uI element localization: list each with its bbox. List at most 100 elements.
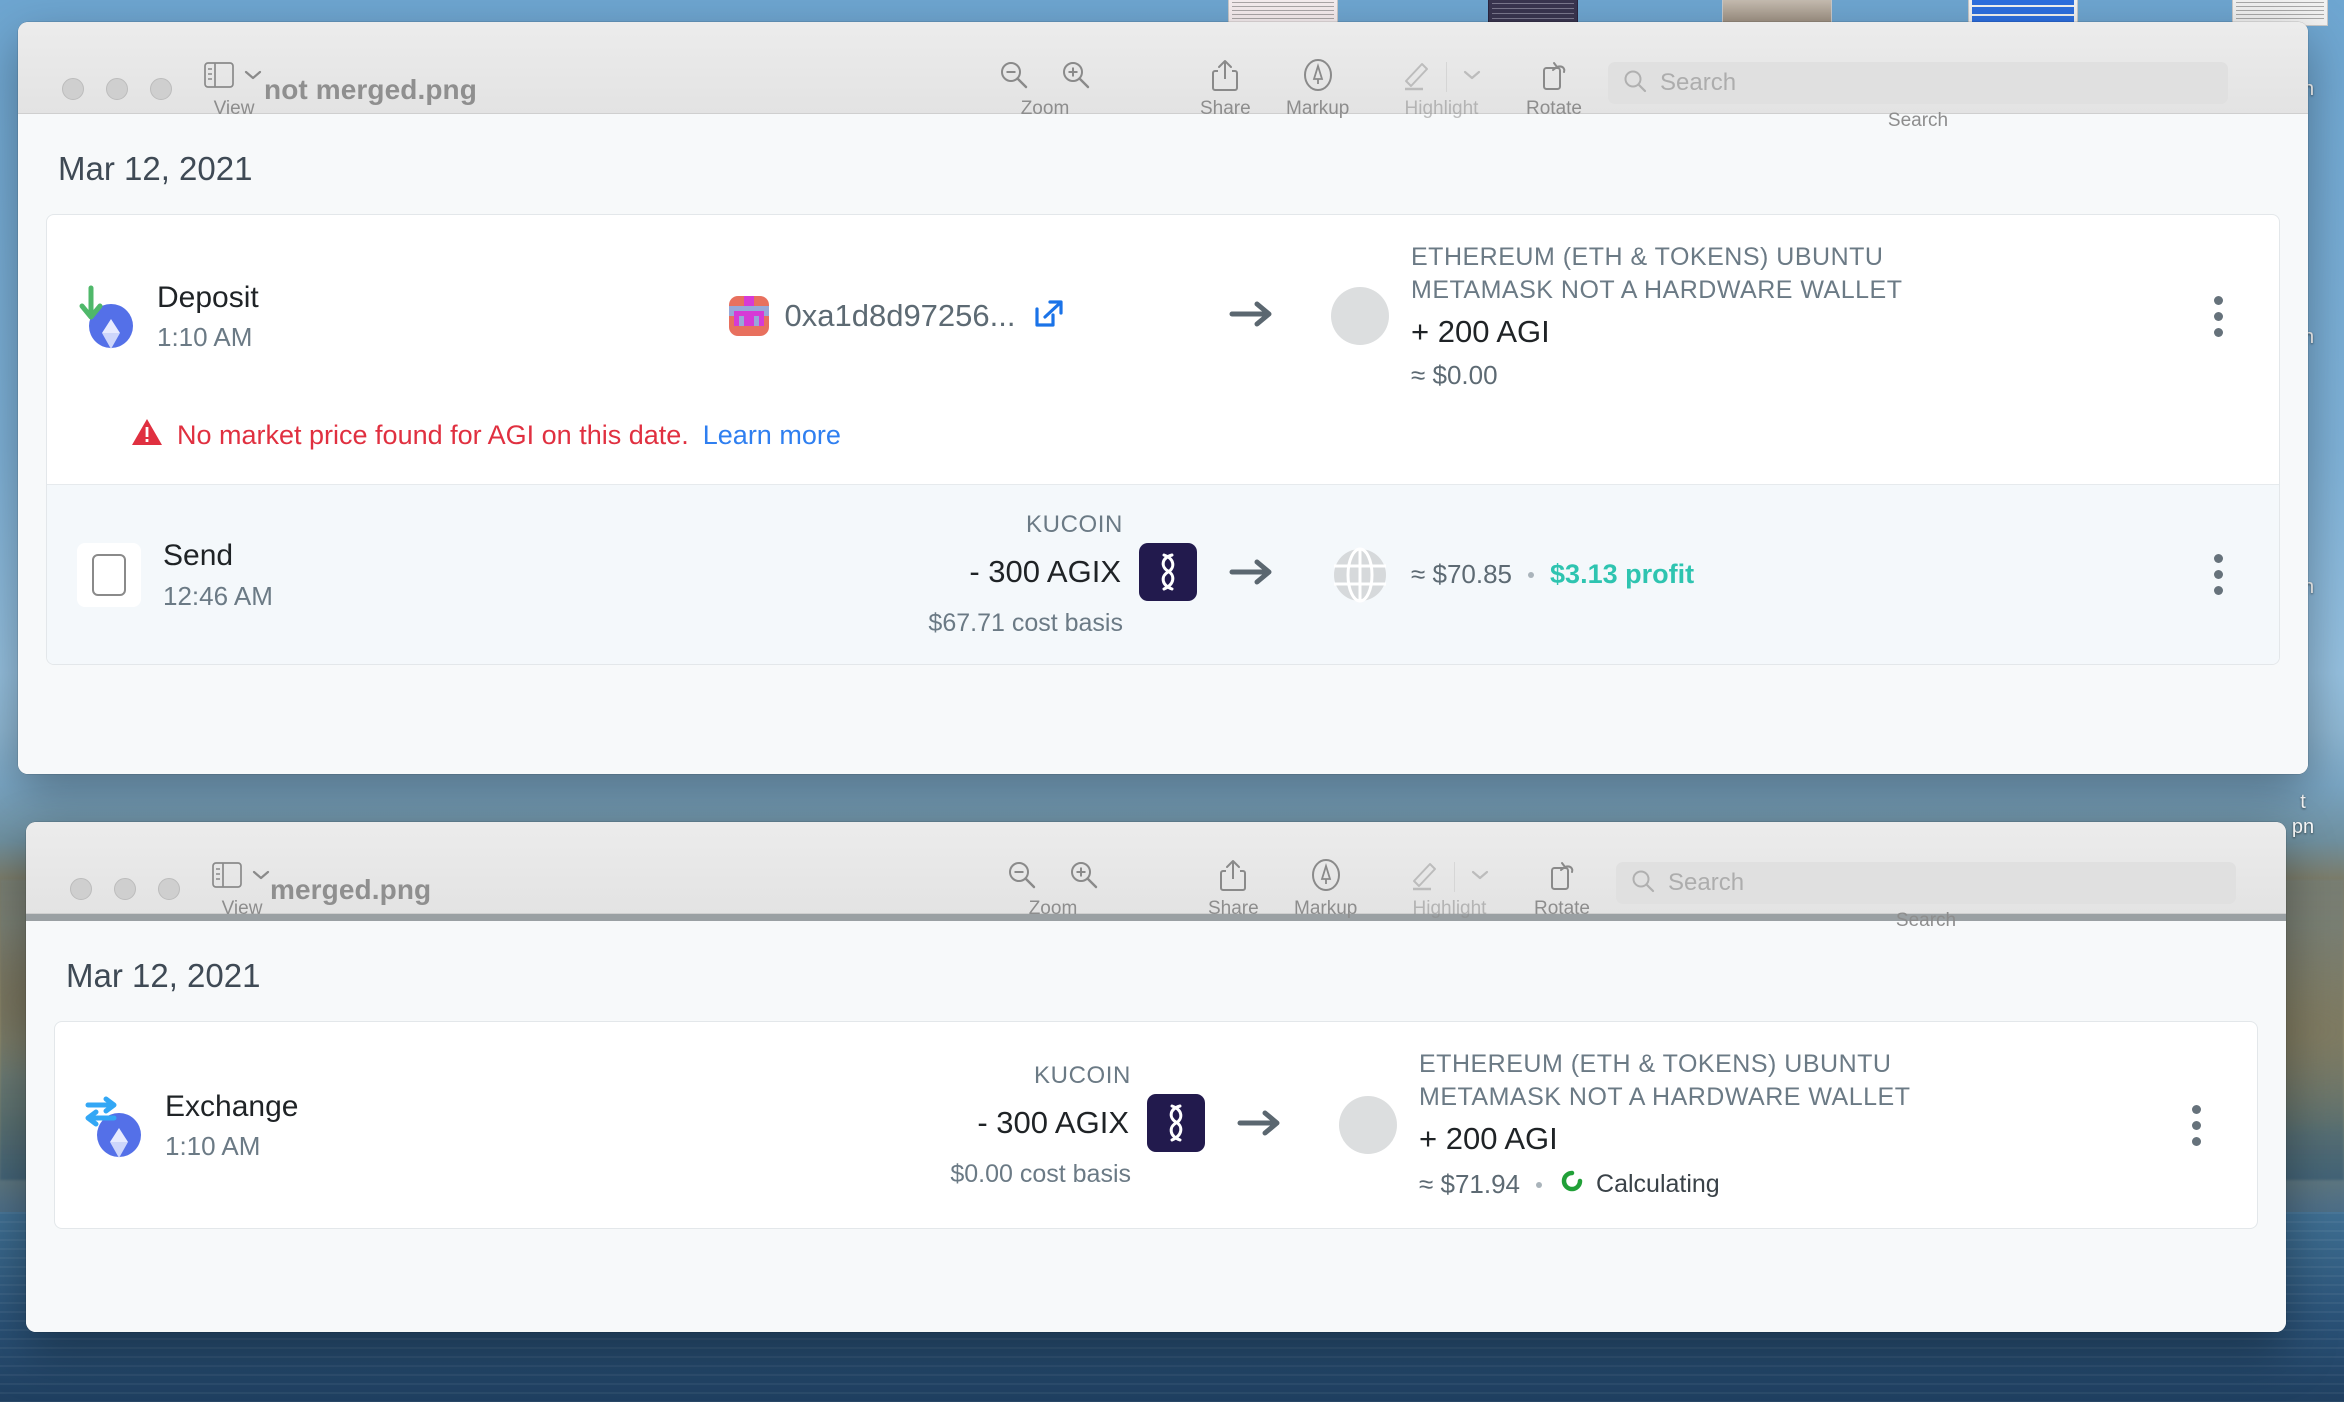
transaction-right-cell: ETHEREUM (ETH & TOKENS) UBUNTU METAMASK … bbox=[1307, 241, 2183, 391]
learn-more-link[interactable]: Learn more bbox=[703, 420, 841, 451]
arrow-right-icon bbox=[1226, 554, 1278, 595]
highlight-chevron-down-icon[interactable] bbox=[1461, 68, 1483, 87]
rotate-button[interactable]: Rotate bbox=[1534, 860, 1590, 920]
table-row[interactable]: Exchange 1:10 AM KUCOIN - 300 AGIX $0.00… bbox=[55, 1022, 2257, 1228]
zoom-label: Zoom bbox=[1020, 98, 1070, 119]
chevron-down-icon[interactable] bbox=[242, 68, 264, 87]
minimize-button[interactable] bbox=[106, 78, 128, 100]
toolbar-separator bbox=[1454, 862, 1455, 892]
table-row[interactable]: Send 12:46 AM KUCOIN - 300 AGIX $67.71 c… bbox=[47, 485, 2279, 664]
transaction-amount-sent: - 300 AGIX bbox=[969, 554, 1121, 589]
rotate-label: Rotate bbox=[1526, 98, 1582, 119]
table-row[interactable]: Deposit 1:10 AM 0xa1d8d97256... ETHEREUM… bbox=[47, 215, 2279, 417]
markup-label: Markup bbox=[1294, 898, 1358, 919]
preview-window-merged[interactable]: View Zoom Share Markup Highlight Rotate … bbox=[26, 822, 2286, 1332]
separator-dot bbox=[1528, 571, 1535, 578]
zoom-label: Zoom bbox=[1028, 898, 1078, 919]
transaction-right-cell: ETHEREUM (ETH & TOKENS) UBUNTU METAMASK … bbox=[1315, 1048, 2161, 1202]
zoom-controls[interactable]: Zoom bbox=[998, 60, 1092, 120]
minimize-button[interactable] bbox=[114, 878, 136, 900]
fiat-value-line: ≈ $0.00 bbox=[1411, 360, 1971, 391]
markup-button[interactable]: Markup bbox=[1294, 858, 1358, 920]
eth-exchange-icon bbox=[85, 1093, 143, 1158]
address-text: 0xa1d8d97256... bbox=[784, 298, 1016, 333]
chevron-down-icon[interactable] bbox=[250, 868, 272, 887]
transaction-type: Exchange bbox=[165, 1089, 299, 1123]
share-button[interactable]: Share bbox=[1208, 858, 1259, 920]
search-icon bbox=[1630, 868, 1656, 899]
wallet-name: ETHEREUM (ETH & TOKENS) UBUNTU METAMASK … bbox=[1419, 1050, 1911, 1111]
view-control[interactable]: View bbox=[204, 60, 264, 120]
search-label: Search bbox=[1895, 910, 1957, 931]
window-title: merged.png bbox=[270, 874, 432, 905]
share-icon bbox=[1218, 858, 1248, 897]
calculating-status: Calculating bbox=[1558, 1167, 1720, 1202]
search-input[interactable]: Search bbox=[1616, 862, 2236, 904]
row-menu-button[interactable] bbox=[2183, 554, 2253, 595]
rotate-button[interactable]: Rotate bbox=[1526, 60, 1582, 120]
zoom-out-icon[interactable] bbox=[998, 59, 1030, 96]
transaction-right-cell: ≈ $70.85 $3.13 profit bbox=[1307, 546, 2183, 604]
search-control[interactable]: Search Search bbox=[1606, 860, 2246, 932]
toolbar-separator bbox=[1446, 62, 1447, 92]
rotate-icon bbox=[1546, 859, 1578, 896]
share-icon bbox=[1210, 58, 1240, 97]
highlight-pen-icon bbox=[1408, 859, 1440, 896]
titlebar: View Zoom Share Markup Highlight Rotate … bbox=[18, 22, 2308, 131]
preview-window-not-merged[interactable]: View Zoom Share Markup Highlight Rotate … bbox=[18, 22, 2308, 774]
transaction-left-cell: Send 12:46 AM bbox=[77, 537, 597, 612]
highlight-chevron-down-icon[interactable] bbox=[1469, 868, 1491, 887]
wallet-name: ETHEREUM (ETH & TOKENS) UBUNTU METAMASK … bbox=[1411, 243, 1903, 304]
amount-line: - 300 AGIX bbox=[969, 543, 1197, 601]
fiat-value: ≈ $0.00 bbox=[1411, 360, 1498, 390]
highlight-label: Highlight bbox=[1404, 98, 1479, 119]
close-button[interactable] bbox=[62, 78, 84, 100]
highlight-button[interactable]: Highlight bbox=[1400, 60, 1483, 120]
agix-coin-icon bbox=[1139, 543, 1197, 601]
placeholder-image-icon bbox=[77, 542, 141, 607]
zoom-in-icon[interactable] bbox=[1060, 59, 1092, 96]
share-button[interactable]: Share bbox=[1200, 58, 1251, 120]
highlight-label: Highlight bbox=[1412, 898, 1487, 919]
search-input[interactable]: Search bbox=[1608, 62, 2228, 104]
profit-value: $3.13 profit bbox=[1550, 559, 1695, 589]
zoom-out-icon[interactable] bbox=[1006, 859, 1038, 896]
view-control[interactable]: View bbox=[212, 860, 272, 920]
date-header: Mar 12, 2021 bbox=[66, 957, 261, 994]
avatar bbox=[1331, 287, 1389, 345]
transaction-time: 1:10 AM bbox=[157, 322, 253, 353]
arrow-right-icon bbox=[1234, 1105, 1286, 1146]
swap-arrows-icon bbox=[85, 1095, 125, 1136]
markup-button[interactable]: Markup bbox=[1286, 58, 1349, 120]
status-label: Calculating bbox=[1596, 1170, 1720, 1198]
transaction-address-cell: 0xa1d8d97256... bbox=[597, 296, 1197, 336]
close-button[interactable] bbox=[70, 878, 92, 900]
fiat-value: ≈ $70.85 bbox=[1411, 559, 1513, 589]
warning-text: No market price found for AGI on this da… bbox=[177, 420, 689, 450]
external-link-icon[interactable] bbox=[1032, 297, 1066, 336]
highlight-button[interactable]: Highlight bbox=[1408, 860, 1491, 920]
transaction-type: Deposit bbox=[157, 280, 259, 314]
venue-name: KUCOIN bbox=[1026, 511, 1123, 538]
zoom-controls[interactable]: Zoom bbox=[1006, 860, 1100, 920]
maximize-button[interactable] bbox=[158, 878, 180, 900]
spinner-icon bbox=[1558, 1167, 1586, 1202]
row-menu-button[interactable] bbox=[2183, 295, 2253, 337]
row-menu-button[interactable] bbox=[2161, 1104, 2231, 1146]
eth-deposit-icon bbox=[77, 284, 135, 349]
transaction-time: 12:46 AM bbox=[163, 580, 273, 611]
transaction-sent-cell: KUCOIN - 300 AGIX $0.00 cost basis bbox=[605, 1062, 1205, 1189]
window-title: not merged.png bbox=[264, 74, 477, 105]
down-arrow-icon bbox=[77, 284, 107, 329]
globe-icon bbox=[1331, 546, 1389, 604]
markup-icon bbox=[1301, 58, 1335, 97]
amount-line: - 300 AGIX bbox=[977, 1093, 1205, 1152]
zoom-in-icon[interactable] bbox=[1068, 859, 1100, 896]
traffic-lights bbox=[70, 878, 180, 900]
share-label: Share bbox=[1200, 98, 1251, 119]
share-label: Share bbox=[1208, 898, 1259, 919]
search-icon bbox=[1622, 68, 1648, 99]
search-control[interactable]: Search Search bbox=[1598, 60, 2238, 132]
maximize-button[interactable] bbox=[150, 78, 172, 100]
titlebar: View Zoom Share Markup Highlight Rotate … bbox=[26, 822, 2286, 931]
